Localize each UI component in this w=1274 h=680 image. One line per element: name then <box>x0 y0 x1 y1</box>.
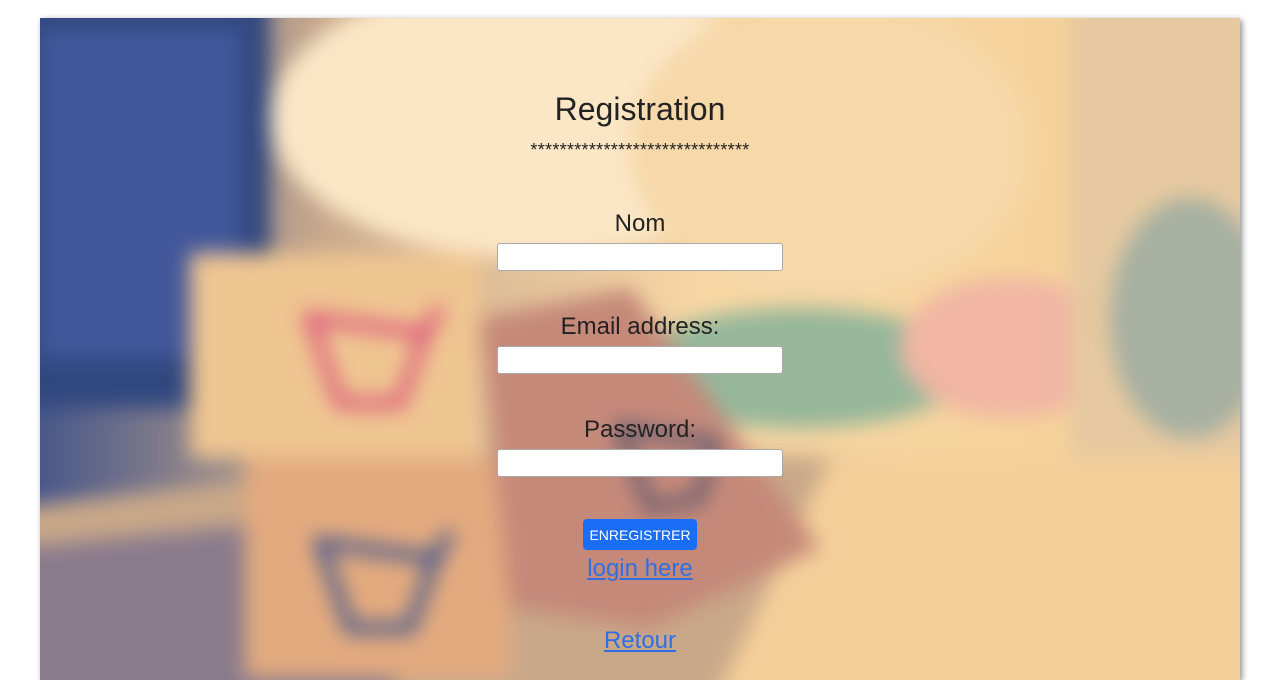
register-button[interactable]: ENREGISTRER <box>583 519 697 550</box>
back-link[interactable]: Retour <box>0 627 1274 655</box>
email-label: Email address: <box>560 313 720 340</box>
login-link[interactable]: login here <box>0 555 1274 583</box>
name-input[interactable] <box>497 243 783 271</box>
password-input[interactable] <box>497 449 783 477</box>
registration-form: Registration ***************************… <box>0 0 1274 680</box>
name-label: Nom <box>614 210 666 237</box>
separator-text: ****************************** <box>530 140 750 160</box>
password-label: Password: <box>583 416 697 443</box>
email-input[interactable] <box>497 346 783 374</box>
page-title: Registration <box>554 91 726 127</box>
